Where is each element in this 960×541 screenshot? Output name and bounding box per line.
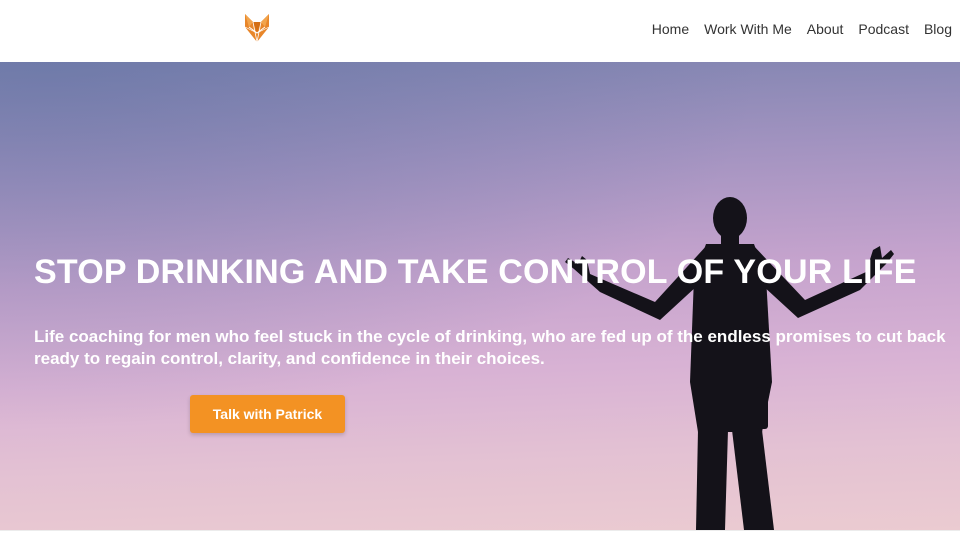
- section-divider: [0, 530, 960, 541]
- site-header: Home Work With Me About Podcast Blog: [0, 0, 960, 63]
- hero-subtext: Life coaching for men who feel stuck in …: [34, 326, 960, 370]
- nav-work-with-me[interactable]: Work With Me: [704, 21, 792, 37]
- hero-headline: STOP DRINKING AND TAKE CONTROL OF YOUR L…: [34, 253, 917, 291]
- nav-about[interactable]: About: [807, 21, 844, 37]
- nav-blog[interactable]: Blog: [924, 21, 952, 37]
- hero-subtext-line-1: Life coaching for men who feel stuck in …: [34, 327, 946, 346]
- main-nav: Home Work With Me About Podcast Blog: [637, 0, 952, 58]
- fox-logo-icon[interactable]: [243, 13, 271, 43]
- talk-with-patrick-button[interactable]: Talk with Patrick: [190, 395, 345, 433]
- nav-podcast[interactable]: Podcast: [858, 21, 909, 37]
- hero-section: STOP DRINKING AND TAKE CONTROL OF YOUR L…: [0, 62, 960, 530]
- hero-subtext-line-2: ready to regain control, clarity, and co…: [34, 349, 545, 368]
- nav-home[interactable]: Home: [652, 21, 689, 37]
